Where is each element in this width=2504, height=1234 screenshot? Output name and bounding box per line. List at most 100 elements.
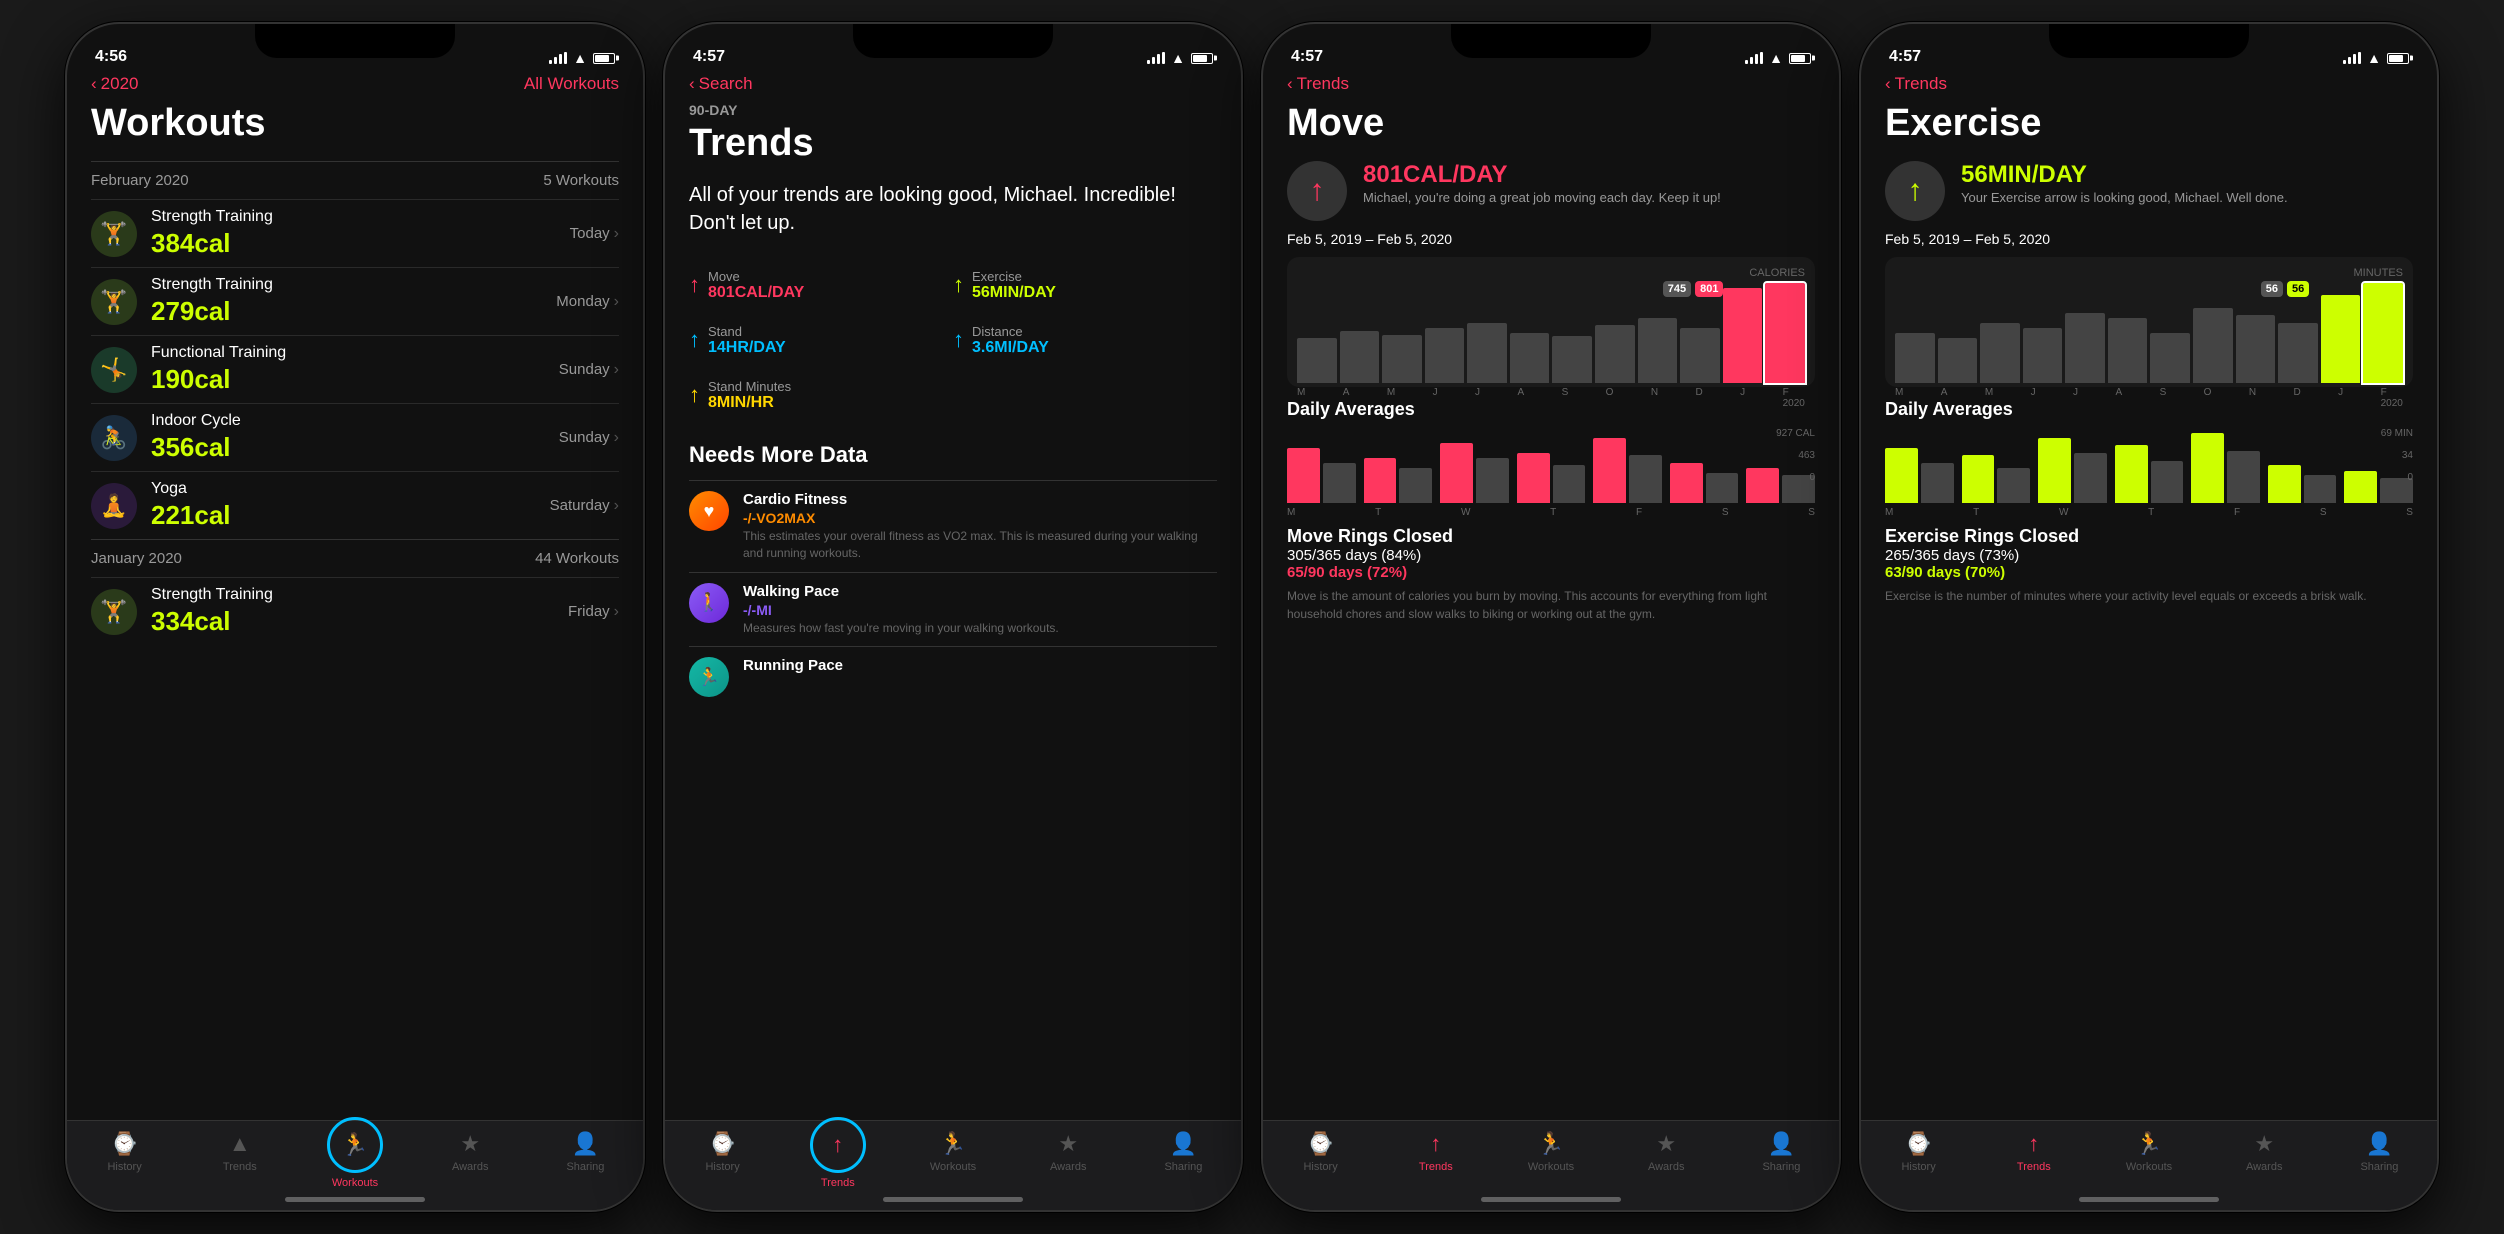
nav-bar-2: ‹Search [665,72,1241,102]
workout-item-5[interactable]: 🧘 Yoga 221cal Saturday › [91,471,619,539]
workouts-label-2: Workouts [930,1161,976,1173]
tab-workouts-4[interactable]: 🏃 Workouts [2091,1131,2206,1173]
tab-bar-3: ⌚ History ↑ Trends 🏃 Workouts ★ Awards 👤… [1263,1120,1839,1210]
eavg-bar-t2-green [2115,445,2148,503]
tab-sharing-1[interactable]: 👤 Sharing [528,1131,643,1173]
workout-item-jan-1[interactable]: 🏋 Strength Training 334cal Friday › [91,577,619,645]
back-button-3[interactable]: ‹Trends [1287,74,1349,94]
move-chart-container: 745 801 [1297,283,1805,383]
workout-item-2[interactable]: 🏋 Strength Training 279cal Monday › [91,267,619,335]
needs-walking[interactable]: 🚶 Walking Pace -/-MI Measures how fast y… [689,572,1217,647]
tab-workouts-2[interactable]: 🏃 Workouts [895,1131,1010,1173]
move-chart-bars [1297,283,1805,383]
tab-trends-4[interactable]: ↑ Trends [1976,1131,2091,1173]
running-icon-inner: 🏃 [698,667,720,688]
exercise-avg-chart: 69 MIN340 [1885,428,2413,518]
bar-j2 [1467,323,1507,383]
exercise-metric-icon: ↑ [1885,161,1945,221]
yoga-icon: 🧘 [100,493,127,519]
workout-info-5: Yoga 221cal [151,480,550,531]
tab-sharing-3[interactable]: 👤 Sharing [1724,1131,1839,1173]
walking-value: -/-MI [743,602,1059,618]
trends-icon-4: ↑ [2028,1131,2039,1157]
strength-icon-1: 🏋 [100,221,127,247]
cardio-icon: ♥ [689,491,729,531]
eavg-bar-s-green [2268,465,2301,503]
status-icons-1: ▲ [549,50,615,66]
tab-history-2[interactable]: ⌚ History [665,1131,780,1173]
distance-label: Distance [972,324,1049,339]
tab-trends-3[interactable]: ↑ Trends [1378,1131,1493,1173]
awards-label-3: Awards [1648,1161,1684,1173]
screen-content-2: 90-DAY Trends All of your trends are loo… [665,102,1241,1120]
phone-exercise: 4:57 ▲ ‹Trends Exercise [1859,22,2439,1212]
all-workouts-button[interactable]: All Workouts [524,74,619,94]
workout-cal-2: 279cal [151,296,556,327]
tab-sharing-4[interactable]: 👤 Sharing [2322,1131,2437,1173]
needs-running[interactable]: 🏃 Running Pace [689,646,1217,707]
back-button-4[interactable]: ‹Trends [1885,74,1947,94]
move-avg-x-labels: MTWTFSS [1287,507,1815,518]
tab-trends-2[interactable]: ↑ Trends [780,1131,895,1189]
tab-awards-2[interactable]: ★ Awards [1011,1131,1126,1173]
avg-group-m [1287,448,1356,503]
workout-item-3[interactable]: 🤸 Functional Training 190cal Sunday › [91,335,619,403]
phone-trends: 4:57 ▲ ‹Search 90-DAY Trends [663,22,1243,1212]
eavg-bar-f-gray [2227,451,2260,503]
trend-distance[interactable]: ↑ Distance 3.6MI/DAY [953,312,1217,367]
exercise-arrow: ↑ [953,272,964,298]
sharing-icon-2: 👤 [1170,1131,1197,1157]
move-metric-desc: Michael, you're doing a great job moving… [1363,189,1721,207]
needs-more-heading: Needs More Data [689,442,1217,468]
bar-o [1595,325,1635,383]
workouts-label-1: Workouts [332,1177,378,1189]
trend-stand[interactable]: ↑ Stand 14HR/DAY [689,312,953,367]
section-month-jan: January 2020 [91,550,182,567]
workout-day-2: Monday › [556,293,619,311]
avg-group-t2 [1517,453,1586,503]
workout-item-1[interactable]: 🏋 Strength Training 384cal Today › [91,199,619,267]
trend-move[interactable]: ↑ Move 801CAL/DAY [689,257,953,312]
trend-exercise[interactable]: ↑ Exercise 56MIN/DAY [953,257,1217,312]
ecallout-56a: 56 [2261,281,2283,297]
phones-container: 4:56 ▲ ‹2020 All Workouts Workout [45,2,2459,1232]
ebar-a2 [2108,318,2148,383]
nav-bar-3: ‹Trends [1263,72,1839,102]
workout-day-3: Sunday › [559,361,619,379]
tab-history-3[interactable]: ⌚ History [1263,1131,1378,1173]
exercise-rings-main: 265/365 days (73%) [1885,547,2413,564]
section-header-jan: January 2020 44 Workouts [91,539,619,577]
back-button-2[interactable]: ‹Search [689,74,753,94]
tab-trends-1[interactable]: ▲ Trends [182,1131,297,1173]
eavg-group-w [2038,438,2107,503]
tab-workouts-3[interactable]: 🏃 Workouts [1493,1131,1608,1173]
tab-workouts-1[interactable]: 🏃 Workouts [297,1131,412,1189]
tab-sharing-2[interactable]: 👤 Sharing [1126,1131,1241,1173]
trend-stand-mins[interactable]: ↑ Stand Minutes 8MIN/HR [689,367,953,422]
sharing-label-2: Sharing [1164,1161,1202,1173]
walking-name: Walking Pace [743,583,1059,600]
history-label-2: History [705,1161,739,1173]
tab-awards-1[interactable]: ★ Awards [413,1131,528,1173]
ebar-j [2023,328,2063,383]
standmins-arrow: ↑ [689,382,700,408]
metric-header-move: ↑ 801CAL/DAY Michael, you're doing a gre… [1287,161,1815,221]
back-button-1[interactable]: ‹2020 [91,74,139,94]
exercise-avg-bars [1885,428,2413,503]
workout-item-4[interactable]: 🚴 Indoor Cycle 356cal Sunday › [91,403,619,471]
workout-name-jan-1: Strength Training [151,586,568,604]
bar-j [1425,328,1465,383]
workout-name-2: Strength Training [151,276,556,294]
ebar-d [2278,323,2318,383]
trends-label-1: Trends [223,1161,257,1173]
battery-icon-1 [593,53,615,64]
tab-history-4[interactable]: ⌚ History [1861,1131,1976,1173]
tab-awards-4[interactable]: ★ Awards [2207,1131,2322,1173]
awards-icon-4: ★ [2254,1131,2274,1157]
tab-awards-3[interactable]: ★ Awards [1609,1131,1724,1173]
tab-history-1[interactable]: ⌚ History [67,1131,182,1173]
workout-icon-1: 🏋 [91,211,137,257]
signal-icon-2 [1147,52,1165,64]
needs-cardio[interactable]: ♥ Cardio Fitness -/-VO2MAX This estimate… [689,480,1217,572]
functional-icon: 🤸 [100,357,127,383]
